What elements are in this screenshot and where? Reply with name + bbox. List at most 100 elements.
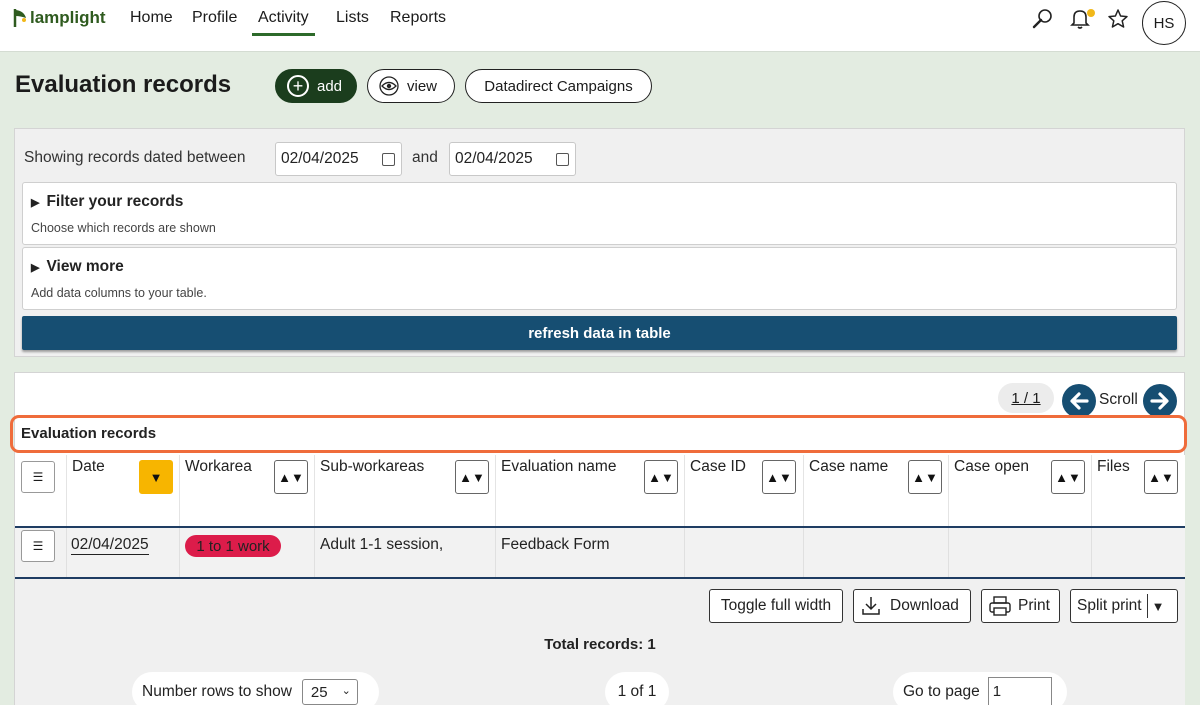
view-more-title: ▶ View more bbox=[31, 258, 124, 276]
page-indicator[interactable]: 1 / 1 bbox=[998, 383, 1054, 413]
sort-evaluation-name-button[interactable]: ▲▼ bbox=[644, 460, 678, 494]
sort-icon: ▲▼ bbox=[766, 469, 792, 485]
cell-divider bbox=[495, 528, 496, 577]
sort-desc-icon: ▼ bbox=[149, 469, 163, 485]
filter-records-subtitle: Choose which records are shown bbox=[31, 221, 216, 235]
toggle-full-width-button[interactable]: Toggle full width bbox=[709, 589, 843, 623]
filter-records-title: ▶ Filter your records bbox=[31, 193, 183, 211]
sort-files-button[interactable]: ▲▼ bbox=[1144, 460, 1178, 494]
lamplight-logo[interactable]: lamplight bbox=[12, 6, 106, 30]
col-header-date[interactable]: Date bbox=[72, 458, 105, 476]
cell-divider bbox=[684, 528, 685, 577]
hamburger-icon: ☰ bbox=[32, 539, 44, 553]
dropdown-caret-icon[interactable]: ▼ bbox=[1146, 594, 1165, 618]
star-icon[interactable] bbox=[1105, 6, 1131, 32]
col-divider bbox=[948, 455, 949, 527]
col-divider bbox=[684, 455, 685, 527]
sort-sub-workareas-button[interactable]: ▲▼ bbox=[455, 460, 489, 494]
nav-reports[interactable]: Reports bbox=[390, 9, 446, 35]
search-icon[interactable] bbox=[1030, 6, 1056, 32]
nav-lists[interactable]: Lists bbox=[336, 9, 369, 35]
notification-dot bbox=[1087, 9, 1095, 17]
refresh-data-button[interactable]: refresh data in table bbox=[22, 316, 1177, 350]
sort-date-button[interactable]: ▼ bbox=[139, 460, 173, 494]
bell-icon[interactable] bbox=[1065, 6, 1095, 32]
print-button[interactable]: Print bbox=[981, 589, 1060, 623]
cell-divider bbox=[314, 528, 315, 577]
split-print-label: Split print bbox=[1077, 597, 1142, 614]
download-icon bbox=[862, 597, 880, 615]
user-avatar[interactable]: HS bbox=[1142, 1, 1186, 45]
col-divider bbox=[179, 455, 180, 527]
date-range-label: Showing records dated between bbox=[24, 149, 246, 166]
eye-icon bbox=[378, 76, 400, 96]
view-more-subtitle: Add data columns to your table. bbox=[31, 286, 207, 300]
page-title: Evaluation records bbox=[15, 71, 232, 98]
plus-circle-icon: + bbox=[287, 75, 309, 97]
col-header-case-id[interactable]: Case ID bbox=[690, 458, 746, 476]
go-to-page-input[interactable]: 1 bbox=[987, 677, 1052, 705]
nav-home[interactable]: Home bbox=[130, 9, 173, 35]
go-to-page: Go to page 1 bbox=[893, 672, 1067, 705]
printer-icon bbox=[989, 596, 1011, 616]
download-button[interactable]: Download bbox=[853, 589, 971, 623]
calendar-icon[interactable] bbox=[382, 153, 395, 166]
scroll-label: Scroll bbox=[1099, 391, 1138, 408]
highlight-outline bbox=[10, 415, 1187, 453]
scroll-right-button[interactable] bbox=[1143, 384, 1177, 418]
col-divider bbox=[66, 455, 67, 527]
rows-select-value: 25 bbox=[310, 683, 328, 701]
logo-text: lamplight bbox=[30, 8, 106, 27]
filter-records-section[interactable]: ▶ Filter your records Choose which record… bbox=[22, 182, 1177, 245]
col-header-case-open[interactable]: Case open bbox=[954, 458, 1029, 476]
col-header-sub-workareas[interactable]: Sub-workareas bbox=[320, 458, 424, 476]
sort-case-open-button[interactable]: ▲▼ bbox=[1051, 460, 1085, 494]
cell-divider bbox=[66, 528, 67, 577]
date-to-input[interactable]: 02/04/2025 bbox=[449, 142, 576, 176]
hamburger-icon: ☰ bbox=[32, 470, 44, 484]
calendar-icon[interactable] bbox=[556, 153, 569, 166]
top-nav: lamplight Home Profile Activity Lists Re… bbox=[0, 0, 1200, 52]
row-menu-button[interactable]: ☰ bbox=[21, 530, 55, 562]
and-label: and bbox=[412, 149, 438, 166]
column-menu-button[interactable]: ☰ bbox=[21, 461, 55, 493]
go-to-page-label: Go to page bbox=[903, 683, 980, 700]
nav-profile[interactable]: Profile bbox=[192, 9, 237, 35]
view-more-section[interactable]: ▶ View more Add data columns to your tabl… bbox=[22, 247, 1177, 310]
rows-to-show-label: Number rows to show bbox=[142, 683, 292, 700]
split-print-button[interactable]: Split print ▼ bbox=[1070, 589, 1178, 623]
lamp-icon bbox=[13, 9, 26, 27]
date-from-input[interactable]: 02/04/2025 bbox=[275, 142, 402, 176]
caret-right-icon: ▶ bbox=[31, 262, 40, 274]
caret-right-icon: ▶ bbox=[31, 197, 40, 209]
col-divider bbox=[314, 455, 315, 527]
cell-divider bbox=[1091, 528, 1092, 577]
rows-to-show-select[interactable]: 25 ⌄ bbox=[301, 679, 358, 705]
cell-date[interactable]: 02/04/2025 bbox=[71, 536, 149, 555]
rows-to-show: Number rows to show 25 ⌄ bbox=[132, 672, 379, 705]
chevron-down-icon: ⌄ bbox=[341, 685, 351, 697]
filter-title-text: Filter your records bbox=[46, 193, 184, 210]
sort-workarea-button[interactable]: ▲▼ bbox=[274, 460, 308, 494]
view-more-title-text: View more bbox=[46, 258, 124, 275]
sort-icon: ▲▼ bbox=[459, 469, 485, 485]
col-header-case-name[interactable]: Case name bbox=[809, 458, 888, 476]
cell-evaluation-name: Feedback Form bbox=[501, 536, 610, 553]
scroll-left-button[interactable] bbox=[1062, 384, 1096, 418]
col-header-evaluation-name[interactable]: Evaluation name bbox=[501, 458, 616, 476]
arrow-left-icon bbox=[1070, 392, 1089, 410]
date-to-value: 02/04/2025 bbox=[455, 150, 533, 167]
cell-divider bbox=[948, 528, 949, 577]
sort-icon: ▲▼ bbox=[912, 469, 938, 485]
col-header-files[interactable]: Files bbox=[1097, 458, 1130, 476]
sort-case-name-button[interactable]: ▲▼ bbox=[908, 460, 942, 494]
nav-activity[interactable]: Activity bbox=[252, 9, 315, 36]
datadirect-campaigns-button[interactable]: Datadirect Campaigns bbox=[465, 69, 652, 103]
cell-divider bbox=[179, 528, 180, 577]
date-link[interactable]: 02/04/2025 bbox=[71, 536, 149, 555]
col-header-workarea[interactable]: Workarea bbox=[185, 458, 252, 476]
view-button[interactable]: view bbox=[367, 69, 455, 103]
sort-case-id-button[interactable]: ▲▼ bbox=[762, 460, 796, 494]
add-button[interactable]: + add bbox=[275, 69, 357, 103]
sort-icon: ▲▼ bbox=[1148, 469, 1174, 485]
